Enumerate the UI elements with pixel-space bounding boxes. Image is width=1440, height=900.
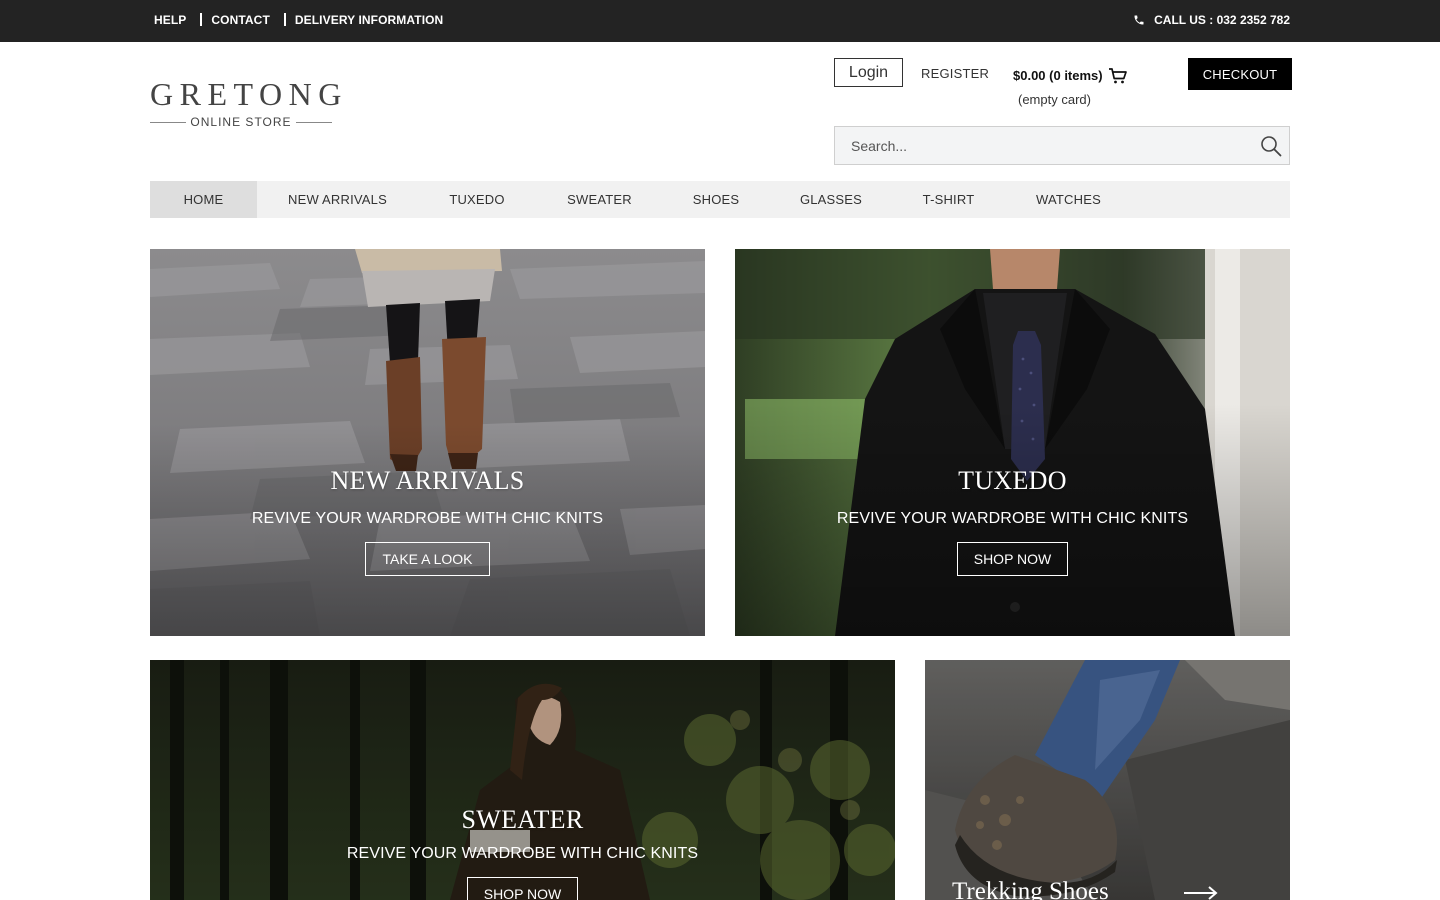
arrow-right-icon[interactable] (1183, 886, 1219, 900)
banner-photo-trekking (925, 660, 1290, 900)
search-input[interactable] (835, 127, 1245, 164)
delivery-information-link[interactable]: DELIVERY INFORMATION (295, 13, 443, 27)
banner-subtitle: REVIVE YOUR WARDROBE WITH CHIC KNITS (251, 510, 604, 527)
banner-trekking-shoes[interactable]: Trekking Shoes (925, 660, 1290, 900)
nav-item-shoes[interactable]: SHOES (682, 181, 750, 218)
search-box (834, 126, 1290, 165)
cart-status: (empty card) (1018, 92, 1091, 107)
banner-new-arrivals[interactable]: NEW ARRIVALS REVIVE YOUR WARDROBE WITH C… (150, 249, 705, 636)
login-button[interactable]: Login (834, 58, 903, 87)
banner-title: TUXEDO (958, 466, 1067, 495)
banner-content: SWEATER REVIVE YOUR WARDROBE WITH CHIC K… (150, 805, 895, 900)
banner-title: SWEATER (461, 805, 584, 834)
divider (283, 12, 286, 26)
phone-icon (1134, 15, 1144, 25)
contact-link[interactable]: CONTACT (211, 13, 269, 27)
call-us-text: CALL US : 032 2352 782 (1154, 13, 1290, 27)
nav-item-tuxedo[interactable]: TUXEDO (438, 181, 516, 218)
register-link[interactable]: REGISTER (921, 66, 989, 81)
logo-subtitle: ONLINE STORE (190, 115, 292, 129)
banner-sweater[interactable]: SWEATER REVIVE YOUR WARDROBE WITH CHIC K… (150, 660, 895, 900)
cart-icon (1108, 68, 1127, 84)
banner-tuxedo[interactable]: TUXEDO REVIVE YOUR WARDROBE WITH CHIC KN… (735, 249, 1290, 636)
banner-title: NEW ARRIVALS (330, 466, 525, 495)
help-link[interactable]: HELP (154, 13, 186, 27)
nav-item-glasses[interactable]: GLASSES (791, 181, 871, 218)
checkout-button[interactable]: CHECKOUT (1188, 58, 1292, 90)
shop-now-button[interactable]: SHOP NOW (956, 542, 1069, 576)
cart-total: $0.00 (0 items) (1013, 67, 1103, 83)
nav-item-home[interactable]: HOME (150, 181, 257, 218)
nav-item-t-shirt[interactable]: T-SHIRT (911, 181, 986, 218)
store-logo[interactable]: GRETONG ONLINE STORE (150, 76, 348, 129)
logo-title: GRETONG (150, 76, 348, 112)
banner-title: Trekking Shoes (952, 878, 1109, 900)
banner-content: NEW ARRIVALS REVIVE YOUR WARDROBE WITH C… (150, 466, 705, 576)
call-us: CALL US : 032 2352 782 (1133, 13, 1290, 27)
banner-photo-tuxedo (735, 249, 1290, 636)
top-links: HELP CONTACT DELIVERY INFORMATION (154, 12, 443, 27)
logo-rule-right (295, 121, 332, 123)
banner-photo-boots (150, 249, 705, 636)
logo-subtitle-row: ONLINE STORE (150, 115, 332, 129)
cart-summary[interactable]: $0.00 (0 items) (1013, 66, 1128, 84)
nav-item-new-arrivals[interactable]: NEW ARRIVALS (277, 181, 398, 218)
top-bar: HELP CONTACT DELIVERY INFORMATION CALL U… (0, 0, 1440, 42)
search-icon[interactable] (1259, 134, 1283, 158)
logo-rule-left (150, 121, 186, 123)
divider (200, 12, 203, 26)
nav-item-watches[interactable]: WATCHES (1026, 181, 1111, 218)
banner-subtitle: REVIVE YOUR WARDROBE WITH CHIC KNITS (836, 510, 1189, 527)
nav-item-sweater[interactable]: SWEATER (557, 181, 642, 218)
shop-now-button[interactable]: SHOP NOW (466, 877, 579, 900)
banner-subtitle: REVIVE YOUR WARDROBE WITH CHIC KNITS (346, 845, 699, 862)
take-a-look-button[interactable]: TAKE A LOOK (365, 542, 490, 576)
main-nav: HOME NEW ARRIVALS TUXEDO SWEATER SHOES G… (150, 181, 1290, 218)
banner-content: TUXEDO REVIVE YOUR WARDROBE WITH CHIC KN… (735, 466, 1290, 576)
